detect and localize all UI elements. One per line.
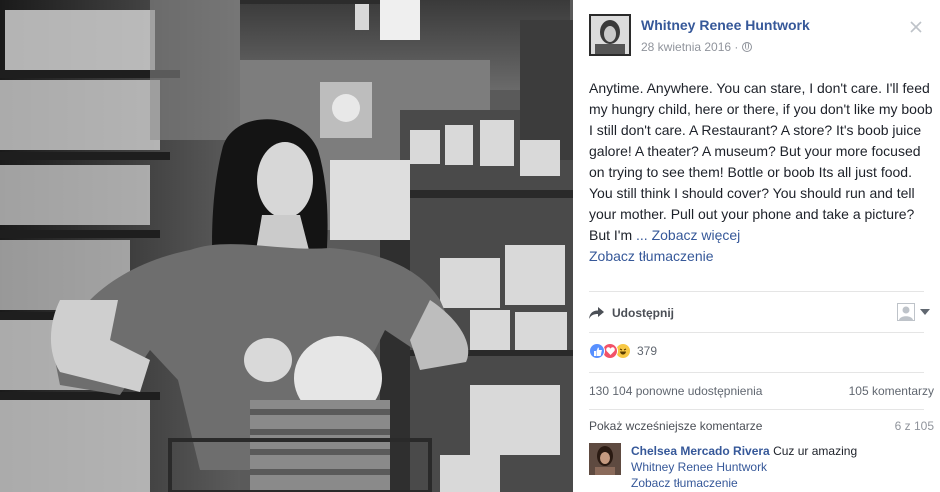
comment-body: Chelsea Mercado Rivera Cuz ur amazing Wh… — [631, 443, 857, 491]
post-photo[interactable] — [0, 0, 573, 492]
shares-count[interactable]: 130 104 ponowne udostępnienia — [589, 384, 762, 398]
post-header: Whitney Renee Huntwork 28 kwietnia 2016 … — [589, 14, 929, 58]
divider — [589, 409, 924, 410]
see-translation-link[interactable]: Zobacz tłumaczenie — [589, 246, 934, 267]
post-date[interactable]: 28 kwietnia 2016 · — [641, 40, 738, 54]
author-name[interactable]: Whitney Renee Huntwork — [641, 17, 810, 33]
show-previous-comments-link[interactable]: Pokaż wcześniejsze komentarze — [589, 419, 762, 433]
previous-comments-bar: Pokaż wcześniejsze komentarze 6 z 105 — [589, 419, 934, 433]
user-silhouette-icon — [897, 303, 915, 321]
post-body: Anytime. Anywhere. You can stare, I don'… — [589, 80, 933, 243]
divider — [589, 372, 924, 373]
post-details-panel: Whitney Renee Huntwork 28 kwietnia 2016 … — [573, 0, 940, 492]
comments-page-info: 6 z 105 — [894, 419, 934, 433]
post-meta: 28 kwietnia 2016 · — [641, 40, 753, 54]
close-icon[interactable] — [909, 20, 923, 34]
photo-image — [0, 0, 573, 492]
globe-icon — [742, 42, 753, 52]
author-avatar[interactable] — [589, 14, 631, 56]
post-text: Anytime. Anywhere. You can stare, I don'… — [589, 78, 934, 267]
divider — [589, 291, 924, 292]
chevron-down-icon — [920, 309, 930, 315]
comments-count[interactable]: 105 komentarzy — [849, 384, 934, 398]
comment-text: Cuz ur amazing — [773, 444, 858, 458]
share-icon — [589, 307, 604, 319]
comment-translate-link[interactable]: Zobacz tłumaczenie — [631, 475, 857, 491]
share-label: Udostępnij — [612, 306, 674, 320]
comment-author[interactable]: Chelsea Mercado Rivera — [631, 444, 770, 458]
audience-selector[interactable] — [897, 303, 930, 321]
commenter-avatar[interactable] — [589, 443, 621, 475]
divider — [589, 332, 924, 333]
reactions-count: 379 — [637, 344, 658, 358]
reactions-summary[interactable]: 379 — [589, 343, 657, 359]
see-more-link[interactable]: ... Zobacz więcej — [636, 227, 740, 243]
like-icon — [589, 343, 605, 359]
share-button[interactable]: Udostępnij — [589, 306, 674, 320]
comment-mention[interactable]: Whitney Renee Huntwork — [631, 459, 857, 475]
